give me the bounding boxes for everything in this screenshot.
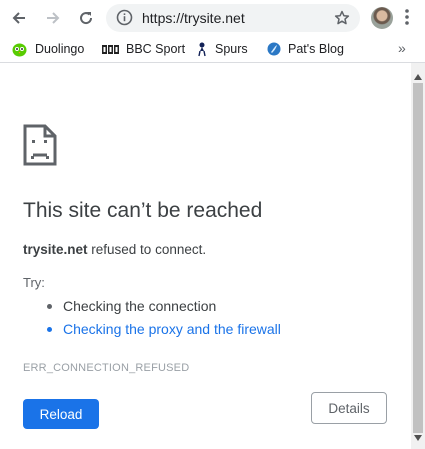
details-button[interactable]: Details	[311, 392, 387, 424]
summary-text: refused to connect.	[87, 242, 207, 257]
browser-toolbar: https://trysite.net	[0, 0, 425, 36]
back-button[interactable]	[6, 5, 32, 31]
forward-icon	[47, 12, 60, 24]
reload-button[interactable]: Reload	[23, 399, 99, 429]
reload-icon	[80, 12, 93, 25]
suggestion-text: Checking the connection	[63, 298, 217, 314]
host-name: trysite.net	[23, 242, 88, 257]
bookmark-bbc-sport[interactable]: BBC Sport	[102, 40, 185, 58]
try-label: Try:	[23, 275, 45, 290]
profile-avatar[interactable]	[371, 7, 393, 29]
bookmark-spurs[interactable]: Spurs	[196, 40, 248, 58]
url-text[interactable]: https://trysite.net	[142, 10, 245, 26]
duolingo-icon	[11, 41, 28, 57]
bookmarks-overflow-button[interactable]: »	[398, 40, 406, 56]
blog-icon	[267, 42, 281, 56]
error-summary: trysite.net refused to connect.	[23, 242, 206, 257]
forward-button[interactable]	[40, 5, 66, 31]
bookmark-duolingo[interactable]: Duolingo	[11, 40, 84, 58]
menu-icon[interactable]	[404, 7, 410, 32]
error-code: ERR_CONNECTION_REFUSED	[23, 362, 190, 374]
address-bar[interactable]: https://trysite.net	[106, 4, 360, 32]
bullet-icon	[47, 326, 52, 332]
error-page: This site can’t be reached trysite.net r…	[0, 63, 411, 449]
scrollbar-thumb[interactable]	[413, 83, 423, 433]
site-info-icon[interactable]	[116, 9, 133, 31]
bookmarks-bar: Duolingo BBC Sport Spurs Pat's Blog »	[0, 36, 425, 63]
reload-toolbar-button[interactable]	[73, 5, 99, 31]
bookmark-label: Spurs	[215, 42, 248, 56]
star-icon[interactable]	[334, 10, 350, 31]
suggestion-item: Checking the connection	[47, 298, 216, 314]
bookmark-pats-blog[interactable]: Pat's Blog	[267, 40, 344, 58]
bullet-icon	[47, 303, 52, 309]
sad-document-icon	[23, 124, 57, 171]
bookmark-label: BBC Sport	[126, 42, 186, 56]
suggestion-link-item[interactable]: Checking the proxy and the firewall	[47, 321, 281, 337]
scroll-down-icon[interactable]	[414, 428, 422, 446]
back-icon	[12, 12, 25, 24]
proxy-firewall-link[interactable]: Checking the proxy and the firewall	[63, 321, 281, 337]
bookmark-label: Duolingo	[35, 42, 85, 56]
spurs-icon	[196, 41, 208, 57]
bbc-icon	[102, 44, 119, 54]
vertical-scrollbar[interactable]	[411, 63, 425, 449]
page-title: This site can’t be reached	[23, 199, 263, 222]
bookmark-label: Pat's Blog	[288, 42, 344, 56]
